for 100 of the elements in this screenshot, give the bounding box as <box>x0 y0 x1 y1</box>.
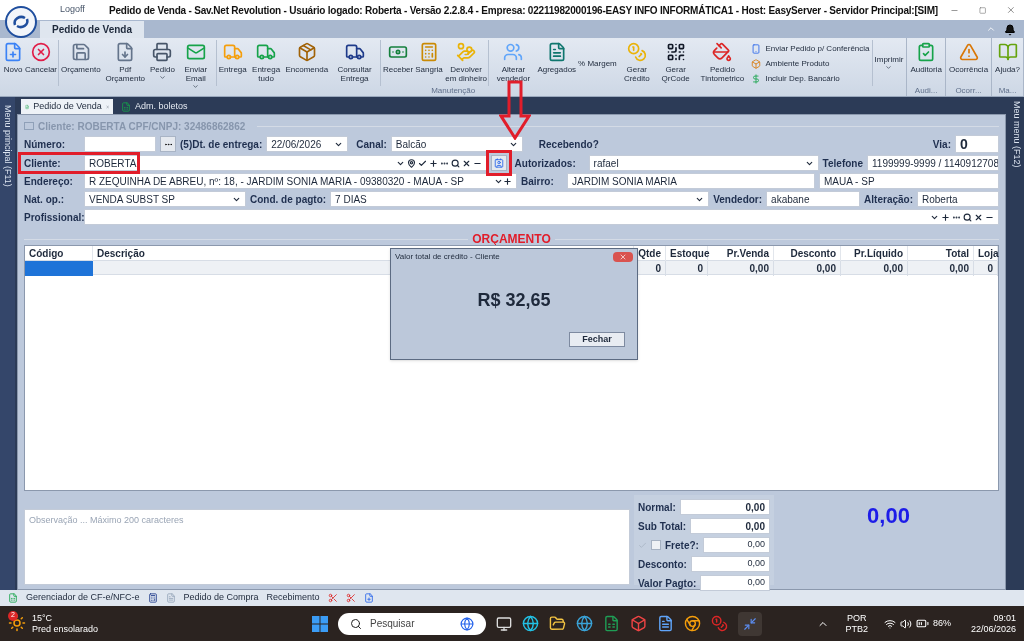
app-icon[interactable] <box>711 615 728 632</box>
contact-button[interactable] <box>490 155 507 171</box>
selected-cell[interactable] <box>25 261 93 276</box>
keyboard-layout[interactable]: PTB2 <box>845 623 868 635</box>
ribbon-button[interactable]: Auditoria <box>909 40 943 86</box>
text-field[interactable]: 1199999-9999 / 1140912708 <box>867 155 999 171</box>
bell-icon[interactable] <box>1004 24 1016 36</box>
text-field[interactable]: rafael <box>588 155 819 171</box>
ribbon-button[interactable]: Alterar vendedor <box>490 40 537 86</box>
search-icon[interactable] <box>450 158 460 168</box>
ribbon-button[interactable]: Pdf Orçamento <box>101 40 149 86</box>
text-field[interactable]: 0,00 <box>690 556 770 572</box>
ribbon-small-button[interactable]: Enviar Pedido p/ Conferência <box>751 42 870 55</box>
text-field[interactable]: akabane <box>766 191 861 207</box>
text-field[interactable]: 0,00 <box>700 575 770 591</box>
scissors-icon[interactable] <box>345 593 356 603</box>
ribbon-button[interactable]: Receber <box>382 40 415 86</box>
toolbar-link[interactable]: Pedido de Compra <box>183 591 259 605</box>
close-icon[interactable] <box>974 212 983 222</box>
ribbon-button[interactable]: Agregados <box>536 40 578 86</box>
ribbon-button[interactable]: Gerar Crédito <box>617 40 656 86</box>
ribbon-button[interactable]: Novo <box>2 40 24 86</box>
ribbon-button[interactable]: Cancelar <box>24 40 58 86</box>
volume-icon[interactable] <box>899 617 912 630</box>
ribbon-tab[interactable]: Pedido de Venda <box>40 21 145 38</box>
ribbon-group-label: Manutenção <box>431 86 476 96</box>
ribbon-button[interactable]: Sangria <box>414 40 444 86</box>
language-indicator[interactable]: POR <box>846 612 867 624</box>
text-field[interactable]: 0,00 <box>702 537 770 553</box>
plus-icon[interactable] <box>428 158 438 168</box>
plus-icon[interactable] <box>941 212 950 222</box>
users-icon <box>503 42 524 62</box>
text-field[interactable]: 0,00 <box>679 499 770 515</box>
logoff-menu[interactable]: Logoff <box>60 3 109 17</box>
wifi-icon[interactable] <box>883 617 896 630</box>
ribbon-button[interactable]: Gerar QrCode <box>655 40 696 86</box>
ribbon-button[interactable]: Pedido <box>148 40 176 86</box>
notepad-icon[interactable] <box>657 615 674 632</box>
clock-date[interactable]: 22/06/2026 <box>970 623 1016 635</box>
spreadsheet-icon[interactable] <box>603 615 620 632</box>
field-label: Alteração: <box>864 192 913 207</box>
file-plus-icon[interactable] <box>363 593 374 603</box>
check-icon[interactable] <box>417 158 427 168</box>
ribbon-button[interactable]: Orçamento <box>60 40 102 86</box>
text-field[interactable]: 22/06/2026 <box>266 136 349 152</box>
active-app-button[interactable] <box>738 611 762 636</box>
ellipsis-button[interactable] <box>160 136 176 152</box>
text-field[interactable]: ROBERTA <box>84 155 487 171</box>
checkbox[interactable] <box>651 540 661 550</box>
plus-icon[interactable] <box>503 176 512 186</box>
toolbar-link[interactable]: Recebimento <box>266 591 320 605</box>
text-field[interactable]: 0 <box>955 135 999 153</box>
text-field[interactable]: R ZEQUINHA DE ABREU, nº: 18, - JARDIM SONIA MARIA - 09380320 - MAUA - SP <box>84 173 517 189</box>
globe-icon[interactable] <box>576 615 593 632</box>
weather-description: Pred ensolarado <box>32 623 100 635</box>
field-label: Canal: <box>356 137 387 152</box>
text-field[interactable]: JARDIM SONIA MARIA <box>567 173 815 189</box>
text-field[interactable]: VENDA SUBST SP <box>84 191 246 207</box>
ribbon-button[interactable]: Pedido Tintometrico <box>695 40 750 86</box>
chrome-icon[interactable] <box>684 615 701 632</box>
close-dialog-button[interactable]: Fechar <box>569 332 625 347</box>
text-field[interactable]: Balcão <box>390 136 523 152</box>
ribbon-small-button[interactable]: Incluir Dep. Bancário <box>751 72 870 85</box>
collapse-toggle[interactable] <box>24 122 34 130</box>
close-button[interactable] <box>613 252 633 262</box>
ribbon-button[interactable]: Enviar Email <box>175 40 216 86</box>
battery-icon[interactable] <box>915 617 929 630</box>
ribbon-button[interactable]: Consultar Entrega <box>329 40 380 86</box>
text-field[interactable]: 0,00 <box>690 518 770 534</box>
text-field[interactable] <box>84 209 999 225</box>
browser-icon[interactable] <box>522 615 539 632</box>
ribbon-button[interactable]: Devolver em dinheiro <box>443 40 489 86</box>
ribbon-button[interactable]: % Margem <box>577 40 618 86</box>
ribbon-small-button[interactable]: Ambiente Produto <box>751 57 870 70</box>
start-icon[interactable] <box>312 615 328 632</box>
text-field[interactable]: Roberta <box>917 191 999 207</box>
calculator-icon[interactable] <box>147 593 158 603</box>
pin-icon[interactable] <box>406 158 416 168</box>
folder-icon[interactable] <box>549 615 566 632</box>
ribbon-button[interactable]: Ocorrência <box>947 40 990 86</box>
close-icon[interactable] <box>461 158 471 168</box>
task-view-icon[interactable] <box>496 615 512 632</box>
search-icon[interactable] <box>963 212 972 222</box>
ribbon-button[interactable]: Entrega <box>217 40 248 86</box>
field-label: Número: <box>24 137 67 152</box>
text-field[interactable]: MAUA - SP <box>819 173 999 189</box>
document-tab[interactable]: Pedido de Venda <box>21 99 113 114</box>
ribbon-button[interactable]: Encomenda <box>284 40 330 86</box>
document-tab[interactable]: Adm. boletos <box>117 99 192 114</box>
ribbon-button[interactable]: Ajuda? <box>994 40 1021 86</box>
ribbon-button[interactable]: Imprimir <box>873 40 905 86</box>
side-menu-tab[interactable]: Meu menu (F12) <box>1010 101 1022 586</box>
scissors-icon[interactable] <box>327 593 338 603</box>
toolbar-link[interactable]: Gerenciador de CF-e/NFC-e <box>26 591 140 605</box>
app-icon[interactable] <box>630 615 647 632</box>
ribbon-button[interactable]: Entrega tudo <box>247 40 285 86</box>
text-field[interactable] <box>84 136 156 152</box>
text-field[interactable]: 7 DIAS <box>330 191 710 207</box>
clock-time[interactable]: 09:01 <box>993 612 1016 624</box>
taskbar-search-field[interactable]: Pesquisar <box>338 612 486 635</box>
